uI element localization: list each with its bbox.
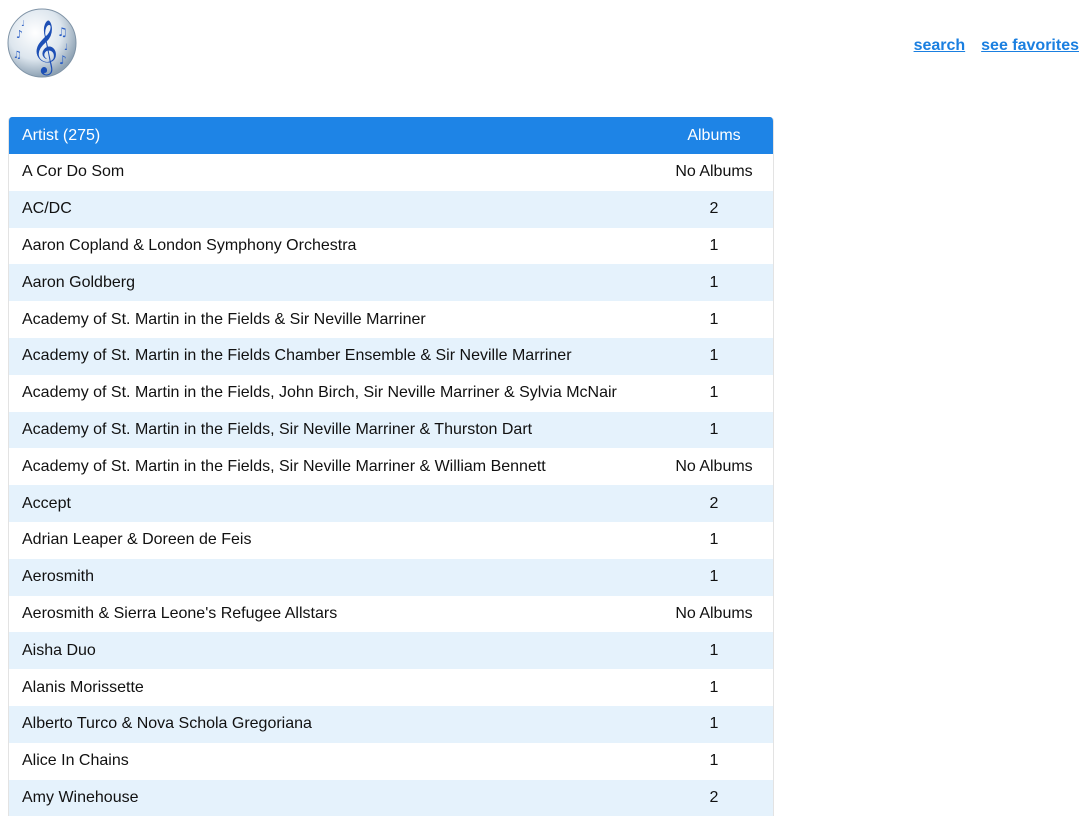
svg-text:♪: ♪ <box>59 53 67 67</box>
artist-name-cell[interactable]: A Cor Do Som <box>9 154 661 191</box>
album-count-cell: 2 <box>709 788 719 806</box>
table-header-row: Artist (275) Albums <box>9 117 773 154</box>
table-row[interactable]: Alanis Morissette 1 <box>9 669 773 706</box>
album-count-cell: No Albums <box>675 604 753 622</box>
artist-name-cell[interactable]: Amy Winehouse <box>9 780 661 817</box>
album-count-cell: 2 <box>709 494 719 512</box>
svg-text:𝄞: 𝄞 <box>31 19 58 75</box>
artist-name-cell[interactable]: Alanis Morissette <box>9 669 661 706</box>
artist-name-cell[interactable]: Academy of St. Martin in the Fields, Sir… <box>9 412 661 449</box>
artist-name-cell[interactable]: Academy of St. Martin in the Fields Cham… <box>9 338 661 375</box>
see-favorites-link[interactable]: see favorites <box>981 37 1079 55</box>
table-row[interactable]: Aisha Duo 1 <box>9 632 773 670</box>
table-row[interactable]: Academy of St. Martin in the Fields & Si… <box>9 301 773 338</box>
artist-name-cell[interactable]: Aisha Duo <box>9 632 661 669</box>
top-nav: search see favorites <box>914 37 1079 55</box>
artist-name-cell[interactable]: Aerosmith <box>9 559 661 596</box>
table-row[interactable]: Adrian Leaper & Doreen de Feis 1 <box>9 521 773 559</box>
table-row[interactable]: Accept 2 <box>9 485 773 522</box>
artists-table: Artist (275) Albums A Cor Do Som No Album… <box>9 117 773 817</box>
album-count-cell: 1 <box>709 568 719 586</box>
album-count-cell: 1 <box>709 236 719 254</box>
search-link[interactable]: search <box>914 37 966 55</box>
artist-column-header[interactable]: Artist (275) <box>9 117 661 154</box>
artist-name-cell[interactable]: Academy of St. Martin in the Fields, Sir… <box>9 448 661 485</box>
svg-text:♩: ♩ <box>64 43 68 53</box>
table-row[interactable]: Academy of St. Martin in the Fields, Sir… <box>9 448 773 486</box>
table-row[interactable]: Alice In Chains 1 <box>9 742 773 780</box>
artist-name-cell[interactable]: Alberto Turco & Nova Schola Gregoriana <box>9 706 661 743</box>
table-row[interactable]: Academy of St. Martin in the Fields Cham… <box>9 337 773 375</box>
album-count-cell: 1 <box>709 420 719 438</box>
album-count-cell: 1 <box>709 384 719 402</box>
table-header: Artist (275) Albums <box>9 117 773 154</box>
artist-name-cell[interactable]: Adrian Leaper & Doreen de Feis <box>9 522 661 559</box>
artists-table-container: Artist (275) Albums A Cor Do Som No Album… <box>8 117 774 817</box>
album-count-cell: 1 <box>709 531 719 549</box>
artist-name-cell[interactable]: Aaron Goldberg <box>9 264 661 301</box>
table-row[interactable]: A Cor Do Som No Albums <box>9 154 773 191</box>
table-row[interactable]: Amy Winehouse 2 <box>9 779 773 817</box>
album-count-cell: 1 <box>709 347 719 365</box>
album-count-cell: 1 <box>709 641 719 659</box>
table-row[interactable]: Academy of St. Martin in the Fields, Joh… <box>9 374 773 412</box>
music-notes-globe-icon[interactable]: 𝄞 ♪ ♫ ♫ ♪ ♩ ♩ <box>7 8 77 78</box>
album-count-cell: 1 <box>709 752 719 770</box>
svg-text:♪: ♪ <box>16 28 23 41</box>
svg-text:♩: ♩ <box>21 19 25 28</box>
album-count-cell: 2 <box>709 200 719 218</box>
artist-name-cell[interactable]: Aerosmith & Sierra Leone's Refugee Allst… <box>9 596 661 633</box>
svg-text:♫: ♫ <box>57 25 68 39</box>
table-row[interactable]: Aerosmith & Sierra Leone's Refugee Allst… <box>9 595 773 633</box>
table-body: A Cor Do Som No Albums AC/DC 2 Aaron Copland… <box>9 154 773 817</box>
table-row[interactable]: AC/DC 2 <box>9 190 773 228</box>
albums-column-header[interactable]: Albums <box>661 117 773 154</box>
album-count-cell: No Albums <box>675 163 753 181</box>
artist-name-cell[interactable]: Accept <box>9 485 661 522</box>
artist-name-cell[interactable]: Aaron Copland & London Symphony Orchestr… <box>9 228 661 265</box>
artist-name-cell[interactable]: AC/DC <box>9 191 661 228</box>
table-row[interactable]: Aaron Copland & London Symphony Orchestr… <box>9 227 773 265</box>
page: 𝄞 ♪ ♫ ♫ ♪ ♩ ♩ search see favorites Artis… <box>0 0 1087 819</box>
svg-text:♫: ♫ <box>13 50 22 61</box>
album-count-cell: 1 <box>709 715 719 733</box>
artist-name-cell[interactable]: Academy of St. Martin in the Fields, Joh… <box>9 375 661 412</box>
album-count-cell: 1 <box>709 678 719 696</box>
album-count-cell: No Albums <box>675 457 753 475</box>
artist-name-cell[interactable]: Academy of St. Martin in the Fields & Si… <box>9 301 661 338</box>
table-row[interactable]: Academy of St. Martin in the Fields, Sir… <box>9 411 773 449</box>
table-row[interactable]: Alberto Turco & Nova Schola Gregoriana 1 <box>9 705 773 743</box>
table-row[interactable]: Aaron Goldberg 1 <box>9 264 773 302</box>
table-row[interactable]: Aerosmith 1 <box>9 558 773 596</box>
album-count-cell: 1 <box>709 310 719 328</box>
artist-name-cell[interactable]: Alice In Chains <box>9 743 661 780</box>
album-count-cell: 1 <box>709 273 719 291</box>
